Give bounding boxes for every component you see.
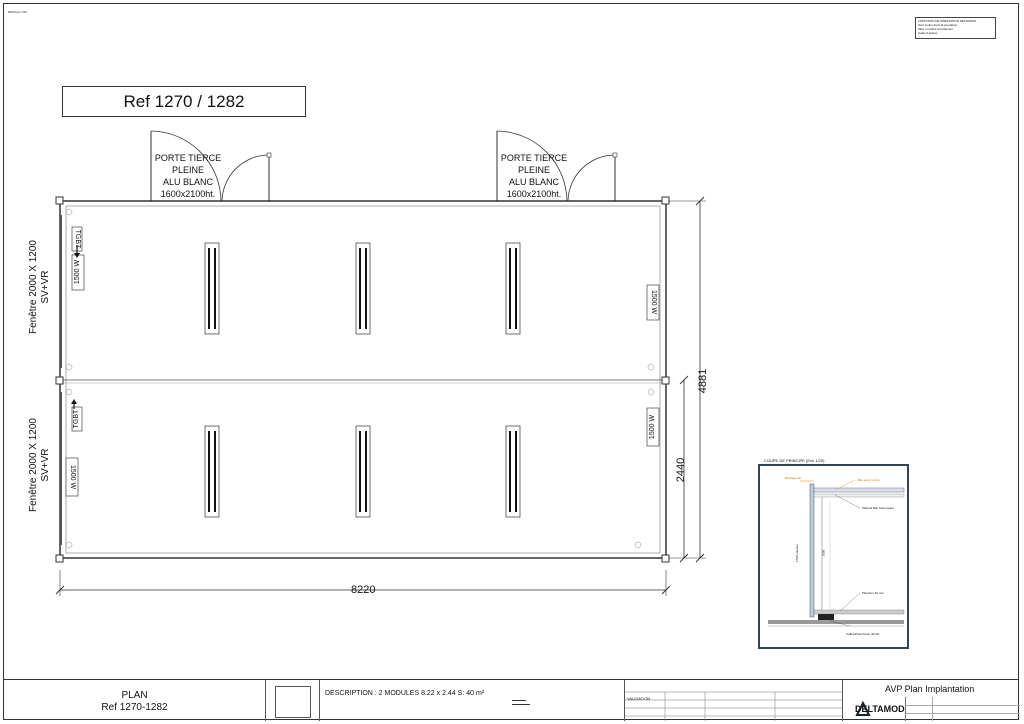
section-label: Bac acier toiture xyxy=(858,478,880,482)
light-fixture xyxy=(355,242,371,335)
door-label-2: PORTE TIERCE PLEINE ALU BLANC 1600x2100h… xyxy=(500,153,568,199)
section-label: Plancher 20 mm xyxy=(862,591,884,595)
section-detail: COUPE DE PRINCIPE (Ech 1/20) Bardage Alu… xyxy=(758,458,909,649)
plan-title-block: PLAN Ref 1270-1282 xyxy=(3,690,266,714)
section-label: Calles/Plots béton 40x40 xyxy=(846,632,880,636)
validation-label: VALIDATION xyxy=(627,696,651,701)
plan-title: PLAN xyxy=(121,690,148,701)
section-label: Plafond Bac Acier laqué xyxy=(862,506,894,510)
light-fixture xyxy=(204,425,220,518)
length-value: 8220 xyxy=(351,584,376,596)
window-label-2: Fenêtre 2000 X 1200 SV+VR xyxy=(28,418,51,512)
description-text: DESCRIPTION : 2 MODULES 8.22 x 2.44 S: 4… xyxy=(325,690,485,697)
section-title: COUPE DE PRINCIPE (Ech 1/20) xyxy=(764,458,825,463)
heater-label: 1500 W xyxy=(69,464,76,490)
total-width-value: 4881 xyxy=(697,368,709,394)
plan-ref: Ref 1270-1282 xyxy=(101,702,168,713)
company-name: DELTAMOD xyxy=(855,704,905,714)
section-label: Bardage Alu xyxy=(785,476,802,480)
light-fixture xyxy=(355,425,371,518)
logo-placeholder xyxy=(275,686,311,718)
heater-label: 1500 W xyxy=(649,414,656,440)
heater-label: 1500 W xyxy=(650,289,657,315)
panel-label: TGBT xyxy=(73,409,80,429)
section-label: 2500 xyxy=(821,549,826,557)
heater-label: 1500 W xyxy=(74,259,81,285)
panel-label: TGBT xyxy=(74,229,81,249)
light-fixture xyxy=(505,425,521,518)
section-label: 2700 Hauteur xyxy=(795,543,800,563)
project-title: AVP Plan Implantation xyxy=(885,684,975,694)
light-fixture xyxy=(204,242,220,335)
window-label-1: Fenêtre 2000 X 1200 SV+VR xyxy=(28,240,51,334)
door-label-1: PORTE TIERCE PLEINE ALU BLANC 1600x2100h… xyxy=(154,153,222,199)
module-width-value: 2440 xyxy=(675,457,687,483)
light-fixture xyxy=(505,242,521,335)
